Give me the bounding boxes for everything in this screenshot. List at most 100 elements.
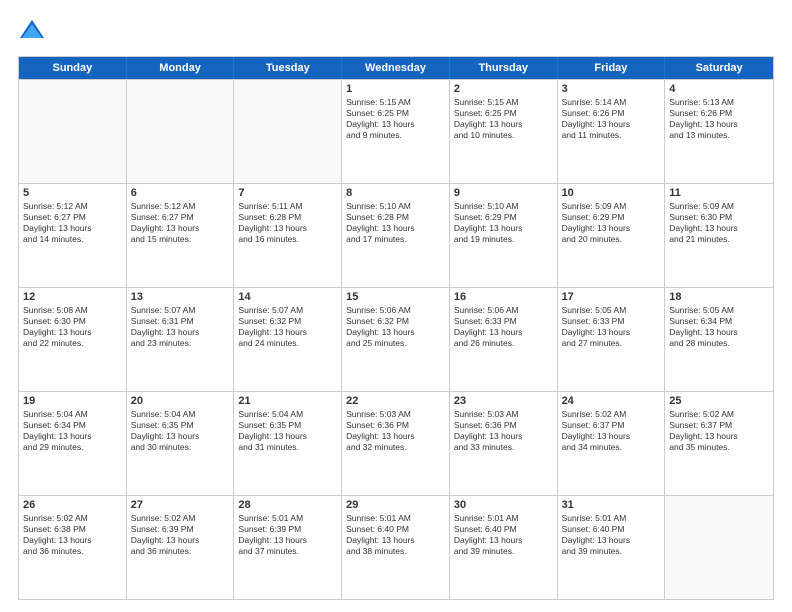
cell-line: and 14 minutes. — [23, 234, 122, 245]
day-number: 25 — [669, 395, 769, 407]
day-cell-27: 27Sunrise: 5:02 AMSunset: 6:39 PMDayligh… — [127, 496, 235, 599]
cell-line: Daylight: 13 hours — [238, 431, 337, 442]
cell-line: Sunrise: 5:06 AM — [346, 305, 445, 316]
day-cell-10: 10Sunrise: 5:09 AMSunset: 6:29 PMDayligh… — [558, 184, 666, 287]
cell-line: and 27 minutes. — [562, 338, 661, 349]
cell-line: Sunset: 6:34 PM — [669, 316, 769, 327]
cell-line: Sunrise: 5:08 AM — [23, 305, 122, 316]
day-number: 7 — [238, 187, 337, 199]
day-number: 14 — [238, 291, 337, 303]
cell-line: Sunset: 6:30 PM — [669, 212, 769, 223]
day-cell-7: 7Sunrise: 5:11 AMSunset: 6:28 PMDaylight… — [234, 184, 342, 287]
cell-line: and 38 minutes. — [346, 546, 445, 557]
day-cell-9: 9Sunrise: 5:10 AMSunset: 6:29 PMDaylight… — [450, 184, 558, 287]
cell-line: Daylight: 13 hours — [238, 327, 337, 338]
day-number: 4 — [669, 83, 769, 95]
cell-line: Daylight: 13 hours — [454, 223, 553, 234]
cell-line: Daylight: 13 hours — [23, 431, 122, 442]
calendar-week-4: 19Sunrise: 5:04 AMSunset: 6:34 PMDayligh… — [19, 391, 773, 495]
day-header-friday: Friday — [558, 57, 666, 79]
day-cell-25: 25Sunrise: 5:02 AMSunset: 6:37 PMDayligh… — [665, 392, 773, 495]
cell-line: and 35 minutes. — [669, 442, 769, 453]
cell-line: Sunset: 6:32 PM — [238, 316, 337, 327]
cell-line: Sunset: 6:27 PM — [23, 212, 122, 223]
cell-line: Sunrise: 5:01 AM — [346, 513, 445, 524]
cell-line: Sunrise: 5:11 AM — [238, 201, 337, 212]
cell-line: Daylight: 13 hours — [562, 535, 661, 546]
day-cell-11: 11Sunrise: 5:09 AMSunset: 6:30 PMDayligh… — [665, 184, 773, 287]
calendar-header-row: SundayMondayTuesdayWednesdayThursdayFrid… — [19, 57, 773, 79]
day-header-wednesday: Wednesday — [342, 57, 450, 79]
cell-line: and 30 minutes. — [131, 442, 230, 453]
cell-line: Daylight: 13 hours — [562, 431, 661, 442]
cell-line: and 17 minutes. — [346, 234, 445, 245]
cell-line: and 31 minutes. — [238, 442, 337, 453]
day-cell-8: 8Sunrise: 5:10 AMSunset: 6:28 PMDaylight… — [342, 184, 450, 287]
cell-line: Daylight: 13 hours — [346, 535, 445, 546]
cell-line: Sunset: 6:36 PM — [454, 420, 553, 431]
cell-line: Daylight: 13 hours — [23, 535, 122, 546]
day-number: 5 — [23, 187, 122, 199]
cell-line: and 36 minutes. — [23, 546, 122, 557]
header — [18, 18, 774, 46]
cell-line: and 11 minutes. — [562, 130, 661, 141]
cell-line: Sunset: 6:26 PM — [562, 108, 661, 119]
cell-line: Daylight: 13 hours — [562, 327, 661, 338]
day-number: 20 — [131, 395, 230, 407]
day-number: 2 — [454, 83, 553, 95]
cell-line: and 22 minutes. — [23, 338, 122, 349]
cell-line: Sunrise: 5:01 AM — [454, 513, 553, 524]
day-number: 18 — [669, 291, 769, 303]
day-cell-4: 4Sunrise: 5:13 AMSunset: 6:26 PMDaylight… — [665, 80, 773, 183]
day-number: 17 — [562, 291, 661, 303]
cell-line: Sunrise: 5:01 AM — [238, 513, 337, 524]
cell-line: and 32 minutes. — [346, 442, 445, 453]
day-number: 30 — [454, 499, 553, 511]
day-number: 12 — [23, 291, 122, 303]
day-cell-24: 24Sunrise: 5:02 AMSunset: 6:37 PMDayligh… — [558, 392, 666, 495]
day-number: 22 — [346, 395, 445, 407]
cell-line: Sunset: 6:34 PM — [23, 420, 122, 431]
calendar-week-5: 26Sunrise: 5:02 AMSunset: 6:38 PMDayligh… — [19, 495, 773, 599]
day-cell-15: 15Sunrise: 5:06 AMSunset: 6:32 PMDayligh… — [342, 288, 450, 391]
cell-line: Sunrise: 5:06 AM — [454, 305, 553, 316]
cell-line: Sunrise: 5:10 AM — [454, 201, 553, 212]
day-cell-22: 22Sunrise: 5:03 AMSunset: 6:36 PMDayligh… — [342, 392, 450, 495]
cell-line: and 21 minutes. — [669, 234, 769, 245]
cell-line: Sunrise: 5:05 AM — [669, 305, 769, 316]
cell-line: Sunset: 6:37 PM — [669, 420, 769, 431]
day-cell-20: 20Sunrise: 5:04 AMSunset: 6:35 PMDayligh… — [127, 392, 235, 495]
day-header-monday: Monday — [127, 57, 235, 79]
day-cell-31: 31Sunrise: 5:01 AMSunset: 6:40 PMDayligh… — [558, 496, 666, 599]
cell-line: Sunrise: 5:14 AM — [562, 97, 661, 108]
day-number: 31 — [562, 499, 661, 511]
cell-line: and 33 minutes. — [454, 442, 553, 453]
cell-line: Daylight: 13 hours — [562, 119, 661, 130]
cell-line: Daylight: 13 hours — [346, 327, 445, 338]
cell-line: Sunset: 6:35 PM — [131, 420, 230, 431]
cell-line: Daylight: 13 hours — [346, 431, 445, 442]
cell-line: Sunset: 6:38 PM — [23, 524, 122, 535]
day-cell-21: 21Sunrise: 5:04 AMSunset: 6:35 PMDayligh… — [234, 392, 342, 495]
cell-line: and 34 minutes. — [562, 442, 661, 453]
cell-line: Sunset: 6:35 PM — [238, 420, 337, 431]
day-cell-3: 3Sunrise: 5:14 AMSunset: 6:26 PMDaylight… — [558, 80, 666, 183]
cell-line: Sunrise: 5:12 AM — [23, 201, 122, 212]
cell-line: Sunrise: 5:13 AM — [669, 97, 769, 108]
cell-line: Daylight: 13 hours — [454, 431, 553, 442]
cell-line: Daylight: 13 hours — [238, 535, 337, 546]
day-number: 13 — [131, 291, 230, 303]
cell-line: Daylight: 13 hours — [454, 327, 553, 338]
cell-line: Sunrise: 5:15 AM — [346, 97, 445, 108]
day-number: 15 — [346, 291, 445, 303]
cell-line: Daylight: 13 hours — [131, 223, 230, 234]
cell-line: Sunrise: 5:02 AM — [131, 513, 230, 524]
cell-line: Sunrise: 5:04 AM — [238, 409, 337, 420]
calendar: SundayMondayTuesdayWednesdayThursdayFrid… — [18, 56, 774, 600]
cell-line: Sunrise: 5:09 AM — [669, 201, 769, 212]
day-cell-14: 14Sunrise: 5:07 AMSunset: 6:32 PMDayligh… — [234, 288, 342, 391]
day-cell-1: 1Sunrise: 5:15 AMSunset: 6:25 PMDaylight… — [342, 80, 450, 183]
cell-line: Daylight: 13 hours — [669, 223, 769, 234]
cell-line: Sunrise: 5:15 AM — [454, 97, 553, 108]
cell-line: Daylight: 13 hours — [23, 223, 122, 234]
